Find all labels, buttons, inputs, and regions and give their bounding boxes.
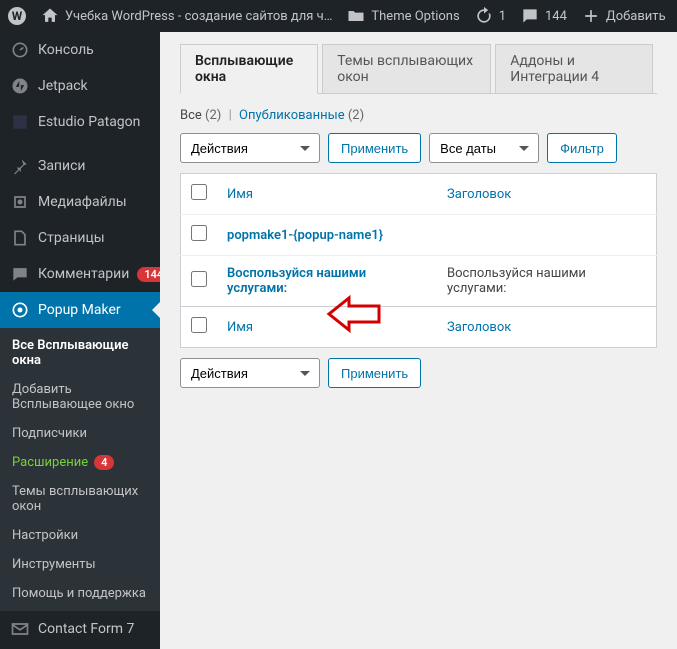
menu-contact-form-label: Contact Form 7	[38, 621, 134, 637]
submenu-subscribers[interactable]: Подписчики	[0, 419, 160, 448]
pin-icon	[10, 156, 30, 176]
site-home-link[interactable]: Учебка WordPress - создание сайтов для ч…	[40, 6, 332, 26]
submenu-tools[interactable]: Инструменты	[0, 550, 160, 579]
menu-popup-maker[interactable]: Popup Maker	[0, 292, 160, 328]
comments-count: 144	[545, 9, 567, 24]
submenu-all-popups[interactable]: Все Всплывающие окна	[0, 328, 160, 375]
comments-icon	[10, 264, 30, 284]
menu-pages[interactable]: Страницы	[0, 220, 160, 256]
menu-posts-label: Записи	[38, 158, 86, 174]
submenu-themes[interactable]: Темы всплывающих окон	[0, 477, 160, 521]
select-all-footer	[181, 307, 218, 348]
filter-published-link[interactable]: Опубликованные	[239, 108, 345, 123]
apply-button-bottom[interactable]: Применить	[328, 358, 421, 388]
date-filter-select[interactable]: Все даты	[429, 133, 539, 163]
bottom-actions-row: Действия Применить	[180, 358, 657, 388]
tab-themes[interactable]: Темы всплывающих окон	[322, 44, 491, 94]
wp-logo[interactable]: W	[8, 7, 26, 25]
admin-sidebar: Консоль Jetpack Estudio Patagon Записи М…	[0, 32, 160, 649]
menu-jetpack[interactable]: Jetpack	[0, 68, 160, 104]
select-all-checkbox-footer[interactable]	[191, 317, 207, 333]
comment-icon	[520, 6, 540, 26]
folder-icon	[346, 6, 366, 26]
jetpack-icon	[10, 76, 30, 96]
row-title-cell: Воспользуйся нашими услугами:	[437, 256, 656, 307]
home-icon	[40, 6, 60, 26]
row-checkbox[interactable]	[191, 271, 207, 287]
table-row: Воспользуйся нашими услугами: Воспользуй…	[181, 256, 657, 307]
filter-all-label: Все	[180, 108, 202, 123]
row-checkbox[interactable]	[191, 225, 207, 241]
menu-console[interactable]: Консоль	[0, 32, 160, 68]
bulk-action-select[interactable]: Действия	[180, 133, 320, 163]
add-new-label: Добавить	[606, 9, 666, 24]
tab-popups[interactable]: Всплывающие окна	[180, 44, 318, 94]
dashboard-icon	[10, 40, 30, 60]
updates-count: 1	[499, 9, 506, 24]
row-name-link[interactable]: Воспользуйся нашими услугами:	[227, 266, 366, 296]
submenu-extend[interactable]: Расширение 4	[0, 448, 160, 477]
menu-estudio-label: Estudio Patagon	[38, 114, 140, 130]
menu-console-label: Консоль	[38, 42, 94, 58]
row-name-link[interactable]: popmake1-{popup-name1}	[227, 228, 383, 243]
popup-maker-submenu: Все Всплывающие окна Добавить Всплывающе…	[0, 328, 160, 611]
comments-link[interactable]: 144	[520, 6, 567, 26]
status-filters: Все (2) | Опубликованные (2)	[180, 108, 657, 123]
tab-addons[interactable]: Аддоны и Интеграции 4	[495, 44, 653, 94]
popups-table: Имя Заголовок popmake1-{popup-name1} Вос…	[180, 173, 657, 348]
bulk-action-select-bottom[interactable]: Действия	[180, 358, 320, 388]
filter-button[interactable]: Фильтр	[547, 133, 617, 163]
mail-icon	[10, 619, 30, 639]
column-title-header[interactable]: Заголовок	[437, 174, 656, 215]
site-title: Учебка WordPress - создание сайтов для ч…	[65, 9, 332, 24]
plus-icon	[581, 6, 601, 26]
estudio-icon	[10, 112, 30, 132]
column-name-header[interactable]: Имя	[217, 174, 437, 215]
menu-media-label: Медиафайлы	[38, 194, 127, 210]
content-tabs: Всплывающие окна Темы всплывающих окон А…	[180, 44, 657, 94]
extend-badge: 4	[94, 455, 114, 470]
media-icon	[10, 192, 30, 212]
filter-all-count: (2)	[205, 108, 221, 123]
submenu-add-popup[interactable]: Добавить Всплывающее окно	[0, 375, 160, 419]
page-icon	[10, 228, 30, 248]
menu-contact-form[interactable]: Contact Form 7	[0, 611, 160, 647]
column-name-footer[interactable]: Имя	[217, 307, 437, 348]
theme-options-label: Theme Options	[371, 9, 459, 24]
menu-popup-maker-label: Popup Maker	[38, 302, 121, 318]
column-title-footer[interactable]: Заголовок	[437, 307, 656, 348]
submenu-extend-label: Расширение	[12, 455, 88, 470]
admin-toolbar: W Учебка WordPress - создание сайтов для…	[0, 0, 677, 32]
menu-comments[interactable]: Комментарии 144	[0, 256, 160, 292]
menu-pages-label: Страницы	[38, 230, 105, 246]
menu-comments-label: Комментарии	[38, 266, 129, 282]
content-area: Всплывающие окна Темы всплывающих окон А…	[160, 32, 677, 649]
menu-posts[interactable]: Записи	[0, 148, 160, 184]
select-all-checkbox[interactable]	[191, 184, 207, 200]
theme-options-link[interactable]: Theme Options	[346, 6, 459, 26]
submenu-help[interactable]: Помощь и поддержка	[0, 579, 160, 611]
add-new-link[interactable]: Добавить	[581, 6, 666, 26]
menu-media[interactable]: Медиафайлы	[0, 184, 160, 220]
select-all-header	[181, 174, 218, 215]
menu-jetpack-label: Jetpack	[38, 78, 88, 94]
filter-published-count: (2)	[348, 108, 364, 123]
menu-estudio[interactable]: Estudio Patagon	[0, 104, 160, 140]
table-row: popmake1-{popup-name1}	[181, 215, 657, 256]
popup-icon	[10, 300, 30, 320]
row-title-cell	[437, 215, 656, 256]
top-actions-row: Действия Применить Все даты Фильтр	[180, 133, 657, 163]
wordpress-icon: W	[8, 7, 26, 25]
refresh-icon	[474, 6, 494, 26]
updates-link[interactable]: 1	[474, 6, 506, 26]
submenu-settings[interactable]: Настройки	[0, 521, 160, 550]
apply-button[interactable]: Применить	[328, 133, 421, 163]
